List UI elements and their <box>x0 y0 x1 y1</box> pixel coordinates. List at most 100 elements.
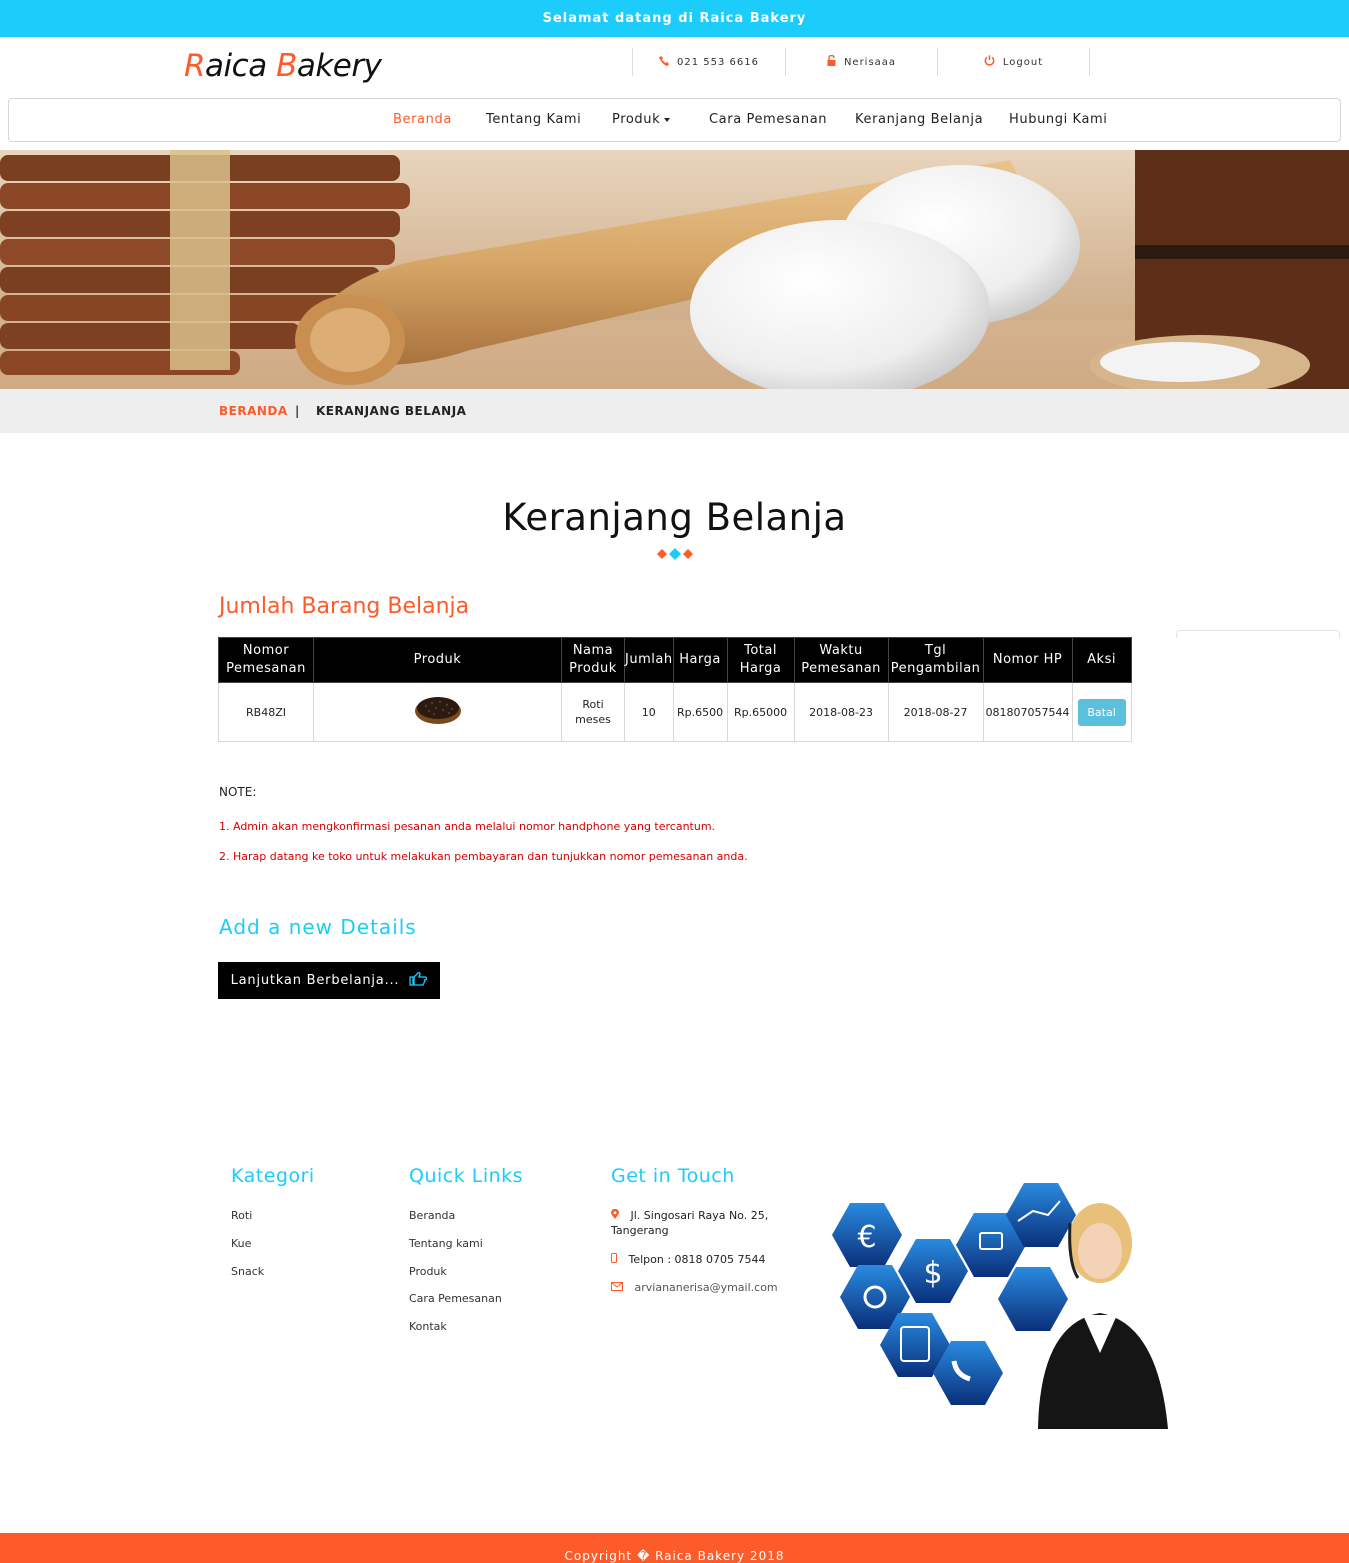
side-widget <box>1176 630 1340 638</box>
col-nama-produk: Nama Produk <box>561 637 625 683</box>
header-phone-number: 021 553 6616 <box>677 56 759 68</box>
col-total-harga: Total Harga <box>726 637 795 683</box>
table-row: RB48ZI Roti meses 10 Rp.6500 Rp.65000 201… <box>218 682 1132 742</box>
footer-quick-links-title: Quick Links <box>409 1165 524 1187</box>
logout-label: Logout <box>1002 56 1044 68</box>
footer-phone-text: Telpon : 0818 0705 7544 <box>628 1253 766 1266</box>
title-divider-diamonds <box>657 548 693 560</box>
footer-phone: Telpon : 0818 0705 7544 <box>611 1252 766 1267</box>
cart-table: Nomor Pemesanan Produk Nama Produk Jumlah … <box>218 637 1132 742</box>
envelope-icon <box>611 1281 627 1294</box>
table-header-row: Nomor Pemesanan Produk Nama Produk Jumlah … <box>218 637 1132 683</box>
col-waktu-pemesanan: Waktu Pemesanan <box>793 637 889 683</box>
col-label: Pemesanan <box>801 661 881 676</box>
nav-hubungi-kami[interactable]: Hubungi Kami <box>1009 112 1107 127</box>
section-title: Jumlah Barang Belanja <box>219 594 470 619</box>
cell-total-harga: Rp.65000 <box>726 682 795 742</box>
logo-letter-b: B <box>276 48 297 84</box>
svg-text:$: $ <box>923 1256 942 1291</box>
logo-letter-r: R <box>184 48 206 84</box>
mobile-icon <box>611 1253 621 1266</box>
hero-banner-image <box>0 150 1349 389</box>
cell-produk-image <box>313 682 562 742</box>
lock-icon <box>827 54 836 69</box>
col-label: Waktu <box>819 643 863 658</box>
col-tgl-pengambilan: Tgl Pengambilan <box>887 637 984 683</box>
col-label: Total <box>744 643 777 658</box>
cell-text: meses <box>575 713 611 726</box>
page-title: Keranjang Belanja <box>502 496 847 539</box>
note-line-1: 1. Admin akan mengkonfirmasi pesanan and… <box>219 820 716 833</box>
col-label: Produk <box>569 661 617 676</box>
footer-get-in-touch-title: Get in Touch <box>611 1165 735 1187</box>
copyright-text: Copyright � Raica Bakery 2018 <box>564 1549 785 1563</box>
cell-nomor-hp: 081807057544 <box>982 682 1073 742</box>
continue-shopping-button[interactable]: Lanjutkan Berbelanja... <box>218 962 440 999</box>
breadcrumb-current: KERANJANG BELANJA <box>316 404 467 418</box>
col-label: Pemesanan <box>226 661 306 676</box>
note-label: NOTE: <box>219 785 257 799</box>
header-user[interactable]: Nerisaaa <box>785 48 937 76</box>
col-label: Tgl <box>924 643 947 658</box>
power-icon <box>984 55 995 69</box>
footer-link-snack[interactable]: Snack <box>231 1265 264 1278</box>
footer-link-roti[interactable]: Roti <box>231 1209 252 1222</box>
welcome-text: Selamat datang di Raica Bakery <box>542 11 807 26</box>
main-navbar: Beranda Tentang Kami Produk Cara Pemesan… <box>8 98 1341 142</box>
phone-icon <box>659 55 669 69</box>
cell-jumlah: 10 <box>624 682 674 742</box>
footer-link-beranda[interactable]: Beranda <box>409 1209 455 1222</box>
cell-nomor: RB48ZI <box>218 682 314 742</box>
nav-tentang-kami[interactable]: Tentang Kami <box>486 112 581 127</box>
col-nomor-pemesanan: Nomor Pemesanan <box>218 637 314 683</box>
header-username: Nerisaaa <box>843 56 897 68</box>
continue-shopping-label: Lanjutkan Berbelanja... <box>230 973 400 988</box>
breadcrumb-separator: | <box>295 404 300 418</box>
logout-link[interactable]: Logout <box>937 48 1090 76</box>
cell-text: Roti <box>582 698 604 711</box>
cell-waktu-pemesanan: 2018-08-23 <box>793 682 889 742</box>
footer-email-text: arviananerisa@ymail.com <box>634 1281 778 1294</box>
col-aksi: Aksi <box>1071 637 1132 683</box>
cell-nama-produk: Roti meses <box>561 682 625 742</box>
caret-down-icon <box>664 117 671 122</box>
nav-keranjang-belanja[interactable]: Keranjang Belanja <box>855 112 983 127</box>
cell-aksi: Batal <box>1071 682 1132 742</box>
footer-email[interactable]: arviananerisa@ymail.com <box>611 1280 778 1295</box>
col-harga: Harga <box>672 637 728 683</box>
footer-address-line-2: Tangerang <box>611 1224 669 1237</box>
welcome-bar: Selamat datang di Raica Bakery <box>0 0 1349 37</box>
col-produk: Produk <box>313 637 562 683</box>
footer-address: Jl. Singosari Raya No. 25, Tangerang <box>611 1208 768 1238</box>
add-details-title: Add a new Details <box>219 915 417 939</box>
footer-link-produk[interactable]: Produk <box>409 1265 447 1278</box>
footer-link-cara-pemesanan[interactable]: Cara Pemesanan <box>409 1292 502 1305</box>
footer-link-kontak[interactable]: Kontak <box>409 1320 447 1333</box>
header-phone: 021 553 6616 <box>632 48 785 76</box>
nav-produk[interactable]: Produk <box>612 112 671 127</box>
footer-link-tentang-kami[interactable]: Tentang kami <box>409 1237 483 1250</box>
col-nomor-hp: Nomor HP <box>982 637 1073 683</box>
copyright-bar: Copyright � Raica Bakery 2018 <box>0 1533 1349 1563</box>
product-image-roti-meses <box>414 697 461 724</box>
nav-beranda[interactable]: Beranda <box>393 112 452 127</box>
cell-tgl-pengambilan: 2018-08-27 <box>887 682 984 742</box>
brand-logo[interactable]: Raica Bakery <box>184 48 382 84</box>
breadcrumb-home-link[interactable]: BERANDA <box>219 404 288 418</box>
batal-button[interactable]: Batal <box>1077 698 1126 726</box>
footer-link-kue[interactable]: Kue <box>231 1237 251 1250</box>
logo-text-aica: aica <box>205 48 267 84</box>
nav-cara-pemesanan[interactable]: Cara Pemesanan <box>709 112 827 127</box>
col-jumlah: Jumlah <box>624 637 674 683</box>
note-line-2: 2. Harap datang ke toko untuk melakukan … <box>219 850 748 863</box>
svg-text:€: € <box>857 1220 876 1255</box>
col-label: Nomor <box>242 643 290 658</box>
breadcrumb: BERANDA | KERANJANG BELANJA <box>0 389 1349 433</box>
customer-support-illustration: € $ <box>832 1183 1168 1429</box>
header-contact-strip: 021 553 6616 Nerisaaa Logout <box>632 48 1090 76</box>
cell-harga: Rp.6500 <box>672 682 728 742</box>
hand-pointer-icon <box>409 971 428 990</box>
logo-text-akery: akery <box>296 48 382 84</box>
col-label: Harga <box>739 661 782 676</box>
footer-address-line-1: Jl. Singosari Raya No. 25, <box>630 1209 769 1222</box>
